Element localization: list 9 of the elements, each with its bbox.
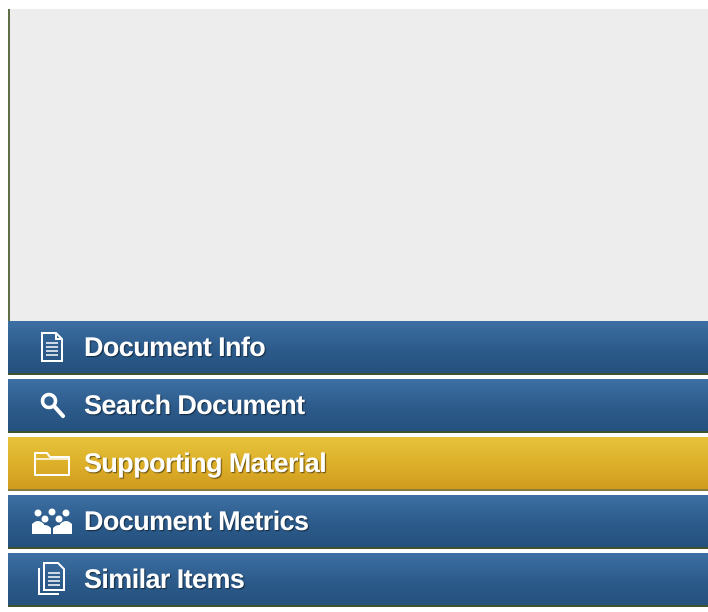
nav-item[interactable]: Document Metrics: [8, 495, 708, 549]
nav-item[interactable]: Search Document: [8, 379, 708, 433]
folder-icon: [33, 449, 71, 477]
document-icon: [40, 332, 64, 362]
documents-icon: [37, 562, 67, 596]
nav-item[interactable]: Document Info: [8, 321, 708, 375]
search-icon: [39, 391, 65, 419]
nav-item[interactable]: Similar Items: [8, 553, 708, 607]
people-icon: [31, 507, 73, 535]
